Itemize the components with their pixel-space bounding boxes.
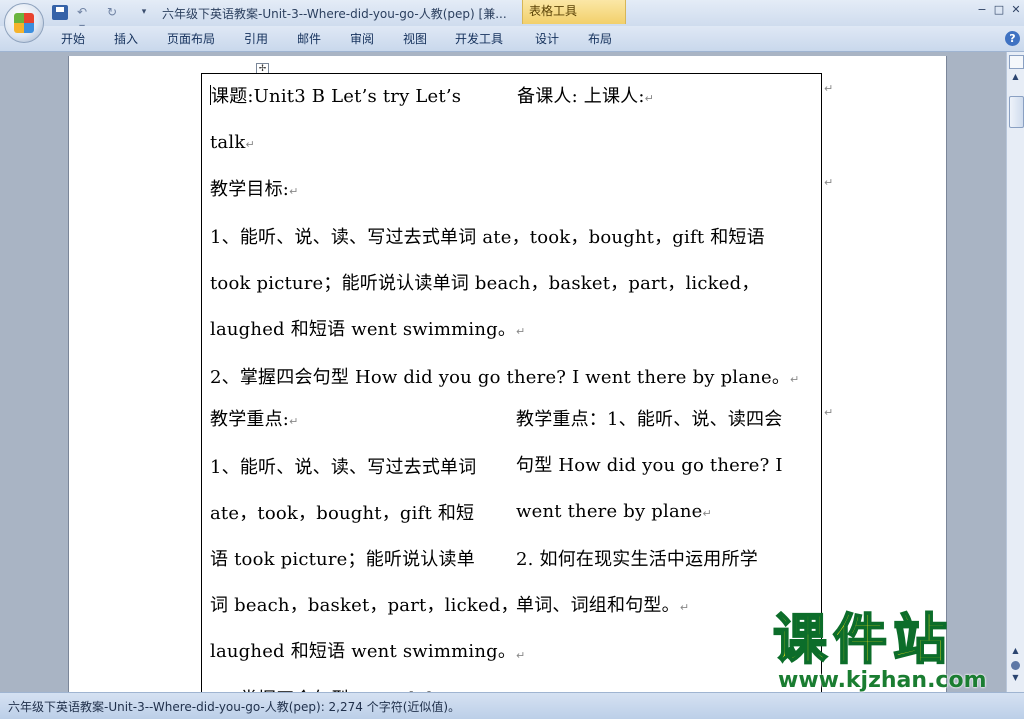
document-workspace: ✢ 课题:Unit3 B Let’s try Let’s talk↵ 备课人: …	[0, 52, 1006, 692]
key-points-line: 语 took picture；能听说认读单	[210, 549, 475, 570]
ribbon-tab-row: 开始 插入 页面布局 引用 邮件 审阅 视图 开发工具 设计 布局 ?	[0, 26, 1024, 52]
row-end-mark: ↵	[824, 406, 834, 419]
key-points-line: 2. 如何在现实生活中运用所学	[516, 549, 758, 570]
tab-design[interactable]: 设计	[535, 30, 559, 47]
title-bar: ↶ ▾ ↻ ▾ 六年级下英语教案-Unit-3--Where-did-you-g…	[0, 0, 1024, 43]
row-end-mark: ↵	[824, 82, 834, 95]
status-word-count: 六年级下英语教案-Unit-3--Where-did-you-go-人教(pep…	[8, 700, 461, 714]
office-logo-icon	[14, 13, 34, 33]
select-browse-object-icon[interactable]	[1011, 661, 1020, 670]
objectives-line: 2、掌握四会句型 How did you go there? I went th…	[210, 367, 800, 388]
redo-icon[interactable]: ↻	[104, 5, 120, 20]
objectives-line: 1、能听、说、读、写过去式单词 ate，took，bought，gift 和短语	[210, 227, 765, 248]
scroll-up-icon[interactable]: ▲	[1009, 70, 1022, 84]
row-end-mark: ↵	[824, 176, 834, 189]
key-points-left-cell[interactable]: 教学重点:↵ 1、能听、说、读、写过去式单词 ate，took，bought，g…	[201, 397, 509, 692]
title-cell[interactable]: 课题:Unit3 B Let’s try Let’s talk↵	[201, 73, 509, 168]
status-bar: 六年级下英语教案-Unit-3--Where-did-you-go-人教(pep…	[0, 692, 1024, 719]
objectives-line: took picture；能听说认读单词 beach，basket，part，l…	[210, 273, 760, 294]
teacher-cell[interactable]: 备课人: 上课人:↵	[508, 73, 822, 168]
key-points-line: 教学重点：1、能听、说、读四会	[516, 409, 783, 430]
key-points-line: 2、掌握四会句型 How did...	[202, 677, 508, 692]
tab-insert[interactable]: 插入	[114, 30, 138, 47]
objectives-cell[interactable]: 教学目标:↵ 1、能听、说、读、写过去式单词 ate，took，bought，g…	[201, 167, 822, 398]
undo-icon[interactable]: ↶ ▾	[74, 5, 90, 34]
tab-view[interactable]: 视图	[403, 30, 427, 47]
title-line-1: 课题:Unit3 B Let’s try Let’s	[210, 85, 462, 107]
watermark-logo: 课件站	[772, 608, 953, 671]
minimize-button[interactable]: −	[974, 3, 990, 17]
help-icon[interactable]: ?	[1005, 31, 1020, 46]
tab-review[interactable]: 审阅	[350, 30, 374, 47]
watermark-url: www.kjzhan.com	[778, 668, 987, 693]
teacher-line: 备课人: 上课人:↵	[517, 86, 655, 107]
key-points-line: 词 beach，basket，part，licked，	[210, 595, 509, 616]
title-line-2: talk↵	[210, 132, 255, 153]
key-points-line: 1、能听、说、读、写过去式单词	[210, 457, 477, 478]
maximize-button[interactable]: □	[991, 3, 1007, 17]
view-ruler-icon[interactable]	[1009, 55, 1024, 69]
tab-page-layout[interactable]: 页面布局	[167, 30, 215, 47]
key-points-line: ate，took，bought，gift 和短	[210, 503, 475, 524]
tab-references[interactable]: 引用	[244, 30, 268, 47]
close-button[interactable]: ✕	[1008, 3, 1024, 17]
office-button[interactable]	[4, 3, 44, 43]
key-points-line: laughed 和短语 went swimming。↵	[210, 641, 509, 662]
tab-layout[interactable]: 布局	[588, 30, 612, 47]
vertical-scrollbar[interactable]: ▲ ▲ ▼	[1006, 52, 1024, 692]
key-points-line: 句型 How did you go there? I	[516, 455, 783, 476]
scroll-thumb[interactable]	[1009, 96, 1024, 128]
tab-home[interactable]: 开始	[61, 30, 85, 47]
next-page-icon[interactable]: ▼	[1009, 673, 1022, 685]
objectives-heading: 教学目标:↵	[210, 179, 299, 200]
tab-mailings[interactable]: 邮件	[297, 30, 321, 47]
table-tools-label: 表格工具	[522, 0, 626, 24]
window-title: 六年级下英语教案-Unit-3--Where-did-you-go-人教(pep…	[162, 7, 507, 21]
customize-quick-access-icon[interactable]: ▾	[136, 5, 152, 20]
objectives-line: laughed 和短语 went swimming。↵	[210, 319, 526, 340]
key-points-line: went there by plane↵	[516, 501, 712, 522]
document-page[interactable]: ✢ 课题:Unit3 B Let’s try Let’s talk↵ 备课人: …	[69, 56, 946, 692]
previous-page-icon[interactable]: ▲	[1009, 646, 1022, 658]
tab-developer[interactable]: 开发工具	[455, 30, 503, 47]
key-points-heading: 教学重点:↵	[210, 409, 299, 430]
save-icon[interactable]	[52, 5, 68, 20]
